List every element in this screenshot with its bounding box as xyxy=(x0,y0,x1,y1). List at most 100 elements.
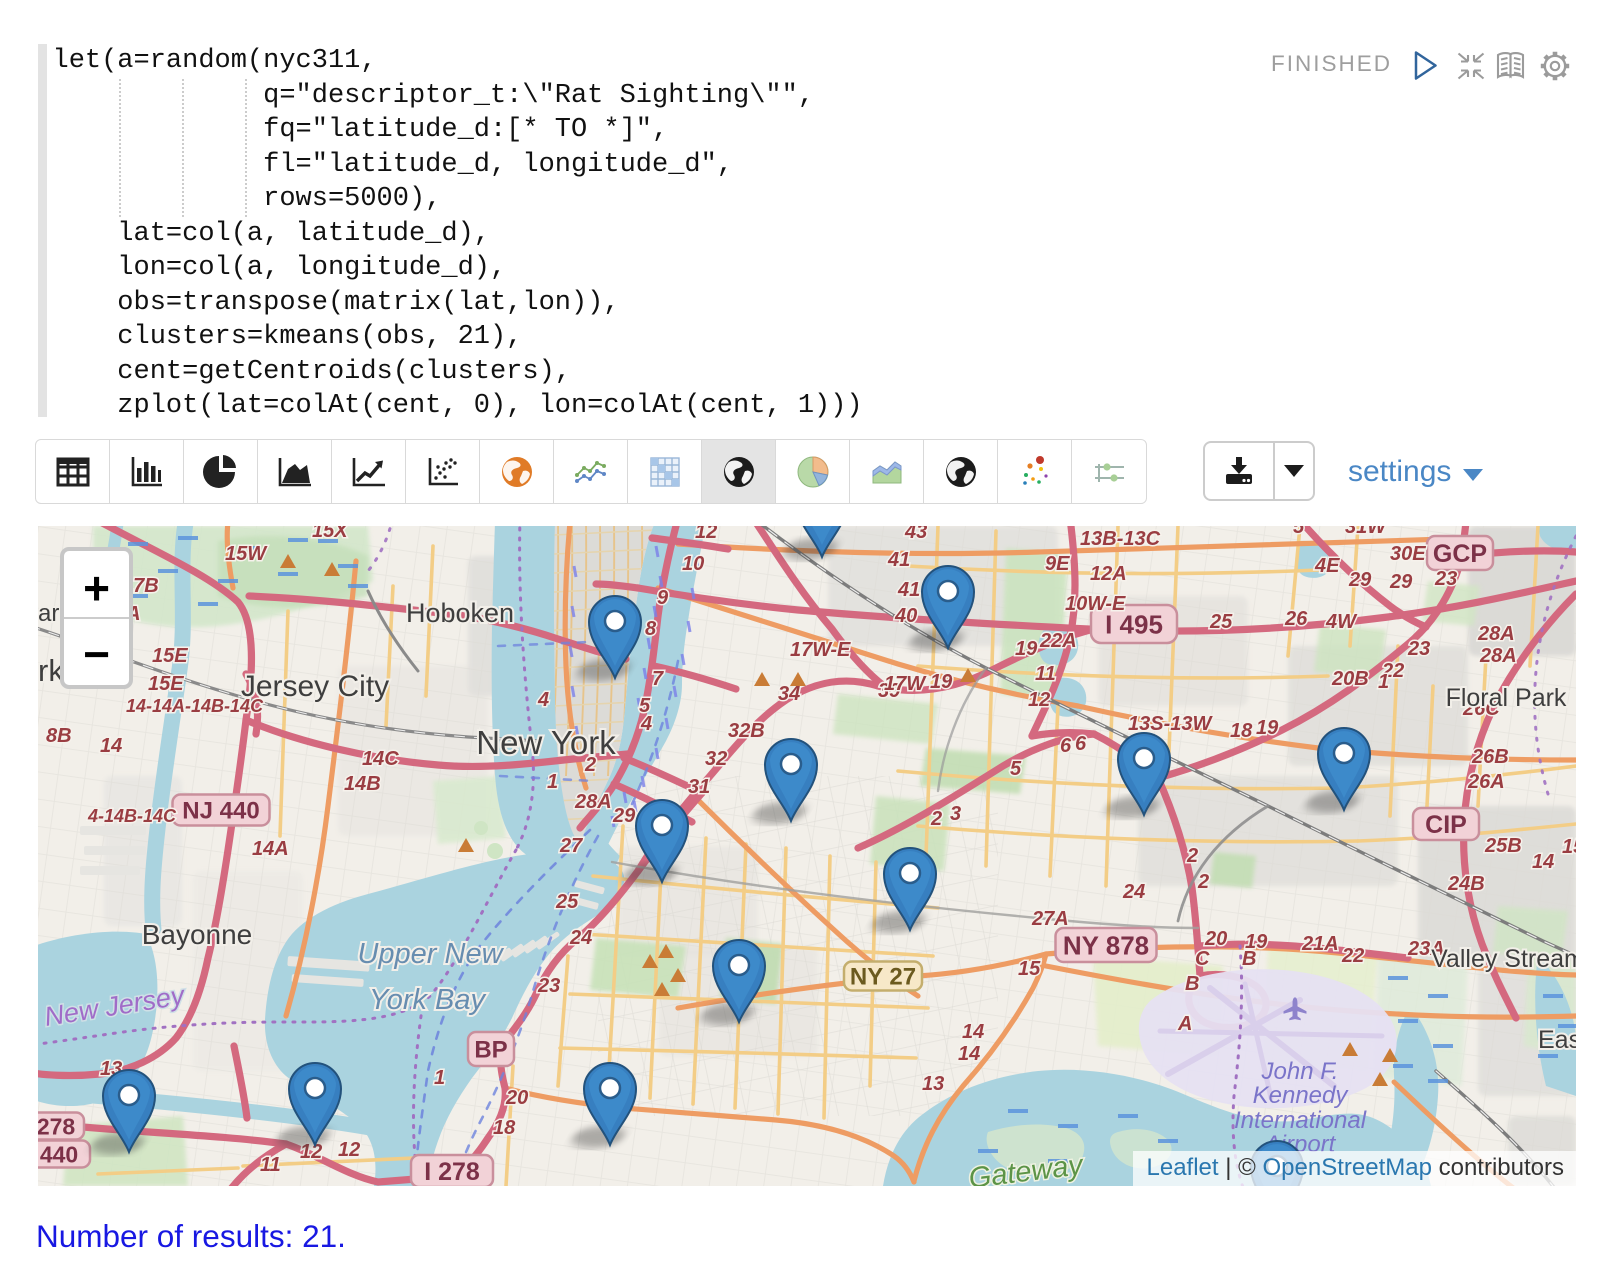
svg-text:York Bay: York Bay xyxy=(369,984,487,1016)
svg-text:Upper New: Upper New xyxy=(357,938,504,970)
svg-text:CIP: CIP xyxy=(1425,811,1467,839)
svg-text:B: B xyxy=(1185,973,1199,995)
svg-text:34: 34 xyxy=(778,683,800,705)
svg-text:9E: 9E xyxy=(1045,553,1070,575)
svg-text:30E: 30E xyxy=(1390,543,1426,565)
svg-text:14: 14 xyxy=(1532,851,1554,873)
svg-text:1: 1 xyxy=(434,1067,445,1089)
svg-text:13B-13C: 13B-13C xyxy=(1080,528,1161,550)
svg-text:13: 13 xyxy=(922,1073,944,1095)
svg-text:26: 26 xyxy=(1284,608,1308,630)
svg-text:7: 7 xyxy=(652,668,664,690)
svg-text:25: 25 xyxy=(555,891,579,913)
svg-text:29: 29 xyxy=(1348,569,1372,591)
svg-text:25B: 25B xyxy=(1484,835,1522,857)
svg-text:14A: 14A xyxy=(252,838,289,860)
svg-text:32B: 32B xyxy=(728,720,765,742)
svg-text:4: 4 xyxy=(537,689,549,711)
svg-text:31W: 31W xyxy=(1345,526,1388,538)
svg-text:11: 11 xyxy=(260,1154,281,1176)
svg-text:23: 23 xyxy=(1434,568,1457,590)
svg-text:15X: 15X xyxy=(312,526,349,542)
svg-text:19: 19 xyxy=(1256,717,1279,739)
svg-text:8: 8 xyxy=(645,618,657,640)
svg-text:23: 23 xyxy=(1407,638,1430,660)
svg-text:15: 15 xyxy=(1018,958,1041,980)
svg-text:27: 27 xyxy=(559,835,583,857)
svg-text:6: 6 xyxy=(1060,735,1072,757)
svg-text:11: 11 xyxy=(1035,663,1056,685)
svg-text:NJ 440: NJ 440 xyxy=(182,798,259,825)
svg-text:4-14B-14C: 4-14B-14C xyxy=(87,806,177,826)
svg-text:43: 43 xyxy=(904,526,927,543)
svg-text:15W: 15W xyxy=(225,543,268,565)
svg-text:40: 40 xyxy=(894,605,917,627)
svg-text:20: 20 xyxy=(1204,928,1227,950)
svg-text:12: 12 xyxy=(695,526,717,543)
svg-text:14: 14 xyxy=(962,1021,984,1043)
svg-text:9: 9 xyxy=(657,587,669,609)
svg-text:12: 12 xyxy=(338,1139,360,1161)
svg-text:41: 41 xyxy=(887,549,910,571)
svg-text:C: C xyxy=(1195,948,1210,970)
svg-text:10: 10 xyxy=(682,553,704,575)
svg-text:24: 24 xyxy=(1122,881,1145,903)
svg-text:29: 29 xyxy=(1389,571,1413,593)
svg-text:27A: 27A xyxy=(1031,908,1069,930)
svg-text:Floral Park: Floral Park xyxy=(1446,684,1567,712)
svg-text:32: 32 xyxy=(705,748,727,770)
svg-text:18: 18 xyxy=(1230,720,1253,742)
svg-text:8B: 8B xyxy=(46,725,72,747)
svg-text:John F.: John F. xyxy=(1261,1058,1339,1085)
svg-text:12: 12 xyxy=(1028,689,1050,711)
svg-text:440: 440 xyxy=(40,1141,78,1167)
svg-text:6: 6 xyxy=(1075,733,1087,755)
svg-text:28A: 28A xyxy=(1479,645,1517,667)
svg-text:28A: 28A xyxy=(1477,623,1515,645)
svg-text:I 278: I 278 xyxy=(424,1158,480,1186)
svg-text:22: 22 xyxy=(1341,945,1364,967)
svg-text:20B: 20B xyxy=(1331,668,1369,690)
svg-text:NY 27: NY 27 xyxy=(850,964,916,991)
svg-text:2: 2 xyxy=(930,808,942,830)
svg-text:Bayonne: Bayonne xyxy=(142,919,253,950)
svg-text:26A: 26A xyxy=(1467,771,1505,793)
svg-text:23: 23 xyxy=(537,975,560,997)
svg-text:NY 878: NY 878 xyxy=(1063,930,1149,960)
svg-text:15E: 15E xyxy=(148,673,184,695)
svg-text:Hoboken: Hoboken xyxy=(406,598,514,628)
svg-text:31: 31 xyxy=(688,776,710,798)
svg-text:24: 24 xyxy=(569,927,592,949)
svg-text:3: 3 xyxy=(950,803,961,825)
svg-text:29: 29 xyxy=(612,805,636,827)
svg-text:Valley Stream: Valley Stream xyxy=(1431,945,1576,973)
svg-text:12A: 12A xyxy=(1090,563,1127,585)
svg-text:1: 1 xyxy=(1378,671,1389,693)
svg-text:Jersey City: Jersey City xyxy=(241,670,389,703)
svg-text:2: 2 xyxy=(1186,845,1198,867)
svg-text:14B: 14B xyxy=(344,773,381,795)
svg-text:41: 41 xyxy=(897,579,920,601)
svg-text:2: 2 xyxy=(1197,871,1209,893)
svg-text:A: A xyxy=(1177,1013,1192,1035)
svg-text:B: B xyxy=(1242,948,1256,970)
svg-text:24B: 24B xyxy=(1447,873,1485,895)
svg-text:GCP: GCP xyxy=(1433,540,1487,568)
svg-text:17W-E: 17W-E xyxy=(790,639,851,661)
svg-text:14C: 14C xyxy=(362,748,399,770)
svg-text:21A: 21A xyxy=(1301,933,1339,955)
svg-text:19: 19 xyxy=(930,671,953,693)
svg-text:20: 20 xyxy=(505,1087,528,1109)
svg-text:25: 25 xyxy=(1209,611,1233,633)
svg-text:Kennedy: Kennedy xyxy=(1253,1082,1350,1109)
svg-text:14: 14 xyxy=(100,735,122,757)
svg-text:14: 14 xyxy=(958,1043,980,1065)
svg-text:15E: 15E xyxy=(152,645,188,667)
svg-text:BP: BP xyxy=(474,1037,507,1064)
svg-text:10W-E: 10W-E xyxy=(1065,593,1126,615)
svg-text:26B: 26B xyxy=(1471,746,1509,768)
svg-text:4W: 4W xyxy=(1325,611,1358,633)
svg-text:19: 19 xyxy=(1015,638,1038,660)
svg-text:New York: New York xyxy=(476,724,616,761)
svg-text:5: 5 xyxy=(1010,758,1022,780)
